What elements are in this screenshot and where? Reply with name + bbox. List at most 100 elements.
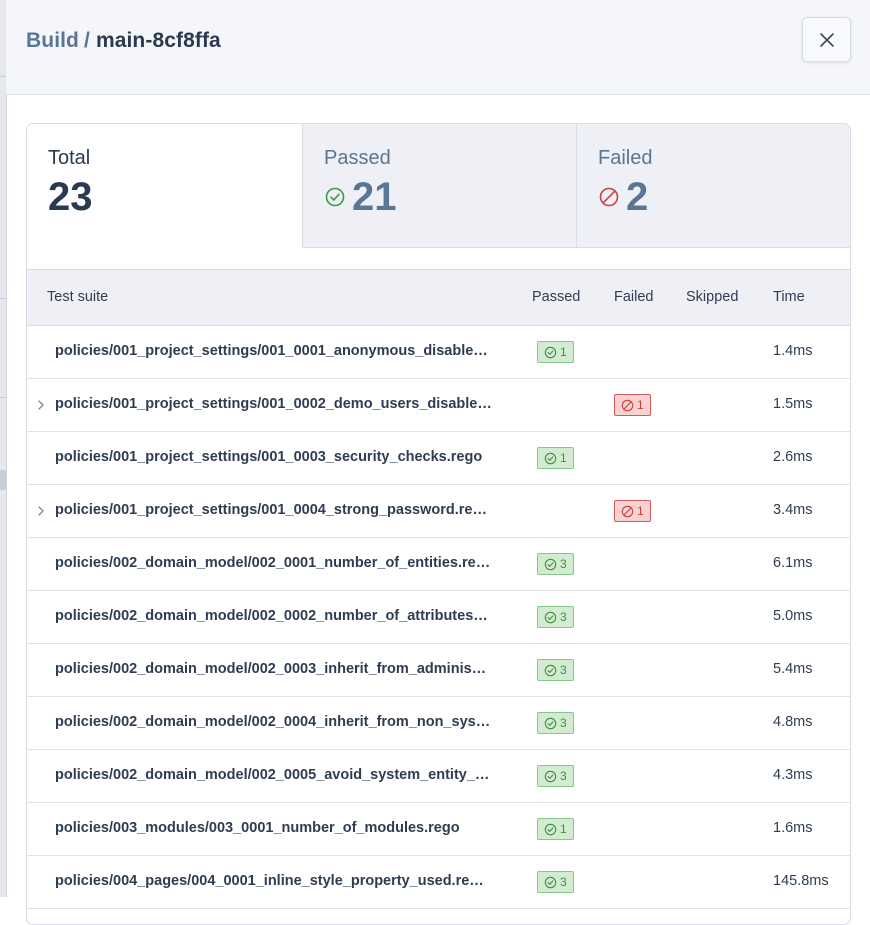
breadcrumb-separator: /	[84, 29, 90, 52]
duration: 5.0ms	[773, 608, 813, 624]
test-suite-name: policies/001_project_settings/001_0004_s…	[55, 502, 487, 518]
passed-badge: 3	[537, 553, 574, 575]
tab-total[interactable]: Total 23	[27, 124, 302, 248]
duration: 2.6ms	[773, 449, 813, 465]
chevron-right-icon[interactable]	[36, 399, 46, 411]
passed-count: 1	[560, 345, 567, 359]
table-row[interactable]: policies/001_project_settings/001_0002_d…	[27, 379, 850, 432]
column-header-skipped[interactable]: Skipped	[686, 289, 738, 305]
passed-count: 3	[560, 875, 567, 889]
ban-circle-icon	[621, 399, 634, 412]
passed-badge: 1	[537, 447, 574, 469]
duration: 145.8ms	[773, 873, 829, 889]
check-circle-icon	[544, 452, 557, 465]
duration: 1.6ms	[773, 820, 813, 836]
passed-count: 1	[560, 822, 567, 836]
check-circle-icon	[544, 611, 557, 624]
duration: 4.3ms	[773, 767, 813, 783]
passed-count: 3	[560, 769, 567, 783]
spacer	[27, 249, 850, 269]
breadcrumb-build-link[interactable]: Build	[26, 29, 79, 52]
failed-count: 1	[637, 504, 644, 518]
duration: 5.4ms	[773, 661, 813, 677]
background-divider	[0, 397, 6, 398]
test-suite-name: policies/002_domain_model/002_0002_numbe…	[55, 608, 488, 624]
check-circle-icon	[544, 346, 557, 359]
table-row: policies/002_domain_model/002_0001_numbe…	[27, 538, 850, 591]
passed-badge: 3	[537, 712, 574, 734]
table-row: policies/004_pages/004_0001_inline_style…	[27, 856, 850, 909]
background-glyph	[0, 470, 6, 490]
ban-circle-icon	[621, 505, 634, 518]
passed-badge: 1	[537, 341, 574, 363]
table-row: policies/003_modules/003_0001_number_of_…	[27, 803, 850, 856]
passed-count: 3	[560, 557, 567, 571]
tab-failed[interactable]: Failed 2	[576, 124, 850, 248]
table-row: policies/002_domain_model/002_0005_avoid…	[27, 750, 850, 803]
background-divider	[0, 298, 6, 299]
build-name: main-8cf8ffa	[95, 29, 221, 52]
column-header-test-suite[interactable]: Test suite	[47, 289, 108, 305]
tab-passed[interactable]: Passed 21	[302, 124, 576, 248]
check-circle-icon	[544, 770, 557, 783]
test-suite-name: policies/001_project_settings/001_0002_d…	[55, 396, 492, 412]
test-suite-name: policies/001_project_settings/001_0003_s…	[55, 449, 483, 465]
failed-badge: 1	[614, 394, 651, 416]
total-count: 23	[48, 175, 93, 219]
dialog-header: Build / main-8cf8ffa	[6, 0, 870, 95]
summary-tabs: Total 23 Passed 21 Failed 2	[27, 124, 850, 249]
duration: 4.8ms	[773, 714, 813, 730]
column-header-time[interactable]: Time	[773, 289, 805, 305]
passed-badge: 3	[537, 659, 574, 681]
table-row: policies/002_domain_model/002_0003_inher…	[27, 644, 850, 697]
ban-circle-icon	[598, 186, 620, 208]
duration: 1.4ms	[773, 343, 813, 359]
passed-badge: 3	[537, 606, 574, 628]
passed-badge: 3	[537, 871, 574, 893]
passed-count: 1	[560, 451, 567, 465]
column-header-passed[interactable]: Passed	[532, 289, 580, 305]
check-circle-icon	[544, 558, 557, 571]
total-label: Total	[48, 147, 91, 169]
test-suite-list: policies/001_project_settings/001_0001_a…	[27, 326, 850, 909]
check-circle-icon	[544, 664, 557, 677]
failed-badge: 1	[614, 500, 651, 522]
table-row[interactable]: policies/001_project_settings/001_0004_s…	[27, 485, 850, 538]
check-circle-icon	[544, 717, 557, 730]
failed-count: 1	[637, 398, 644, 412]
test-suite-name: policies/002_domain_model/002_0004_inher…	[55, 714, 491, 730]
table-header: Test suite Passed Failed Skipped Time	[27, 269, 850, 326]
test-suite-name: policies/004_pages/004_0001_inline_style…	[55, 873, 484, 889]
passed-badge: 3	[537, 765, 574, 787]
passed-count: 3	[560, 610, 567, 624]
table-row: policies/001_project_settings/001_0003_s…	[27, 432, 850, 485]
table-row: policies/001_project_settings/001_0001_a…	[27, 326, 850, 379]
check-circle-icon	[324, 186, 346, 208]
passed-count: 3	[560, 716, 567, 730]
check-circle-icon	[544, 876, 557, 889]
failed-label: Failed	[598, 147, 653, 169]
passed-count: 3	[560, 663, 567, 677]
test-suite-name: policies/002_domain_model/002_0001_numbe…	[55, 555, 491, 571]
passed-count: 21	[352, 175, 397, 219]
duration: 1.5ms	[773, 396, 813, 412]
breadcrumb: Build / main-8cf8ffa	[26, 29, 221, 53]
duration: 3.4ms	[773, 502, 813, 518]
check-circle-icon	[544, 823, 557, 836]
close-icon	[819, 32, 834, 47]
column-header-failed[interactable]: Failed	[614, 289, 654, 305]
passed-badge: 1	[537, 818, 574, 840]
table-row: policies/002_domain_model/002_0004_inher…	[27, 697, 850, 750]
test-suite-name: policies/001_project_settings/001_0001_a…	[55, 343, 488, 359]
test-suite-name: policies/002_domain_model/002_0003_inher…	[55, 661, 487, 677]
test-results-panel: Total 23 Passed 21 Failed 2 Test suite P…	[26, 123, 851, 925]
close-button[interactable]	[802, 17, 851, 62]
passed-label: Passed	[324, 147, 391, 169]
table-row: policies/002_domain_model/002_0002_numbe…	[27, 591, 850, 644]
background-page-edge	[0, 0, 7, 897]
test-suite-name: policies/002_domain_model/002_0005_avoid…	[55, 767, 490, 783]
duration: 6.1ms	[773, 555, 813, 571]
failed-count: 2	[626, 175, 649, 219]
test-suite-name: policies/003_modules/003_0001_number_of_…	[55, 820, 460, 836]
chevron-right-icon[interactable]	[36, 505, 46, 517]
